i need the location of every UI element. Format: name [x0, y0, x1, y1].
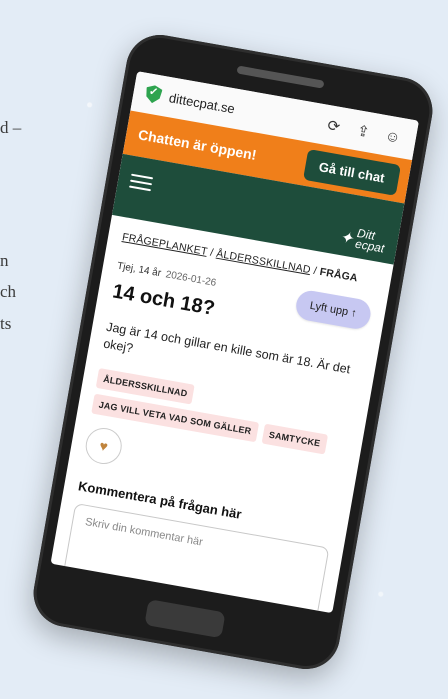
secure-shield-icon: [144, 84, 163, 105]
phone-speaker: [236, 65, 325, 89]
breadcrumb-link-aldersskillnad[interactable]: ÅLDERSSKILLNAD: [215, 248, 311, 276]
phone-frame: dittecpat.se ⟳ ⇪ ☺ Chatten är öppen! Gå …: [28, 29, 438, 675]
heart-hands-reaction-icon[interactable]: ♥: [82, 425, 125, 467]
logo-figure-icon: ✦: [338, 228, 355, 248]
lift-up-label: Lyft upp: [308, 299, 350, 319]
phone-screen: dittecpat.se ⟳ ⇪ ☺ Chatten är öppen! Gå …: [50, 71, 419, 614]
logo-line-2: ecpat: [354, 236, 386, 256]
share-icon[interactable]: ⇪: [351, 121, 376, 143]
chat-status-text: Chatten är öppen!: [136, 126, 258, 163]
breadcrumb-current: FRÅGA: [318, 265, 359, 285]
chat-icon[interactable]: ☺: [381, 126, 406, 147]
question-date: 2026-01-26: [164, 269, 217, 289]
menu-icon[interactable]: [128, 170, 154, 195]
arrow-up-icon: ↑: [350, 307, 358, 320]
tag-samtycke[interactable]: SAMTYCKE: [261, 423, 328, 455]
main-content: FRÅGEPLANKET / ÅLDERSSKILLNAD / FRÅGA Tj…: [50, 215, 393, 614]
ditt-ecpat-logo[interactable]: ✦ Ditt ecpat: [338, 225, 387, 256]
phone-home-button: [144, 599, 226, 639]
reload-icon[interactable]: ⟳: [321, 115, 346, 137]
phone-illustration: dittecpat.se ⟳ ⇪ ☺ Chatten är öppen! Gå …: [0, 0, 448, 699]
question-author: Tjej, 14 år: [116, 260, 162, 280]
breadcrumb-link-frageplanket[interactable]: FRÅGEPLANKET: [121, 231, 208, 258]
